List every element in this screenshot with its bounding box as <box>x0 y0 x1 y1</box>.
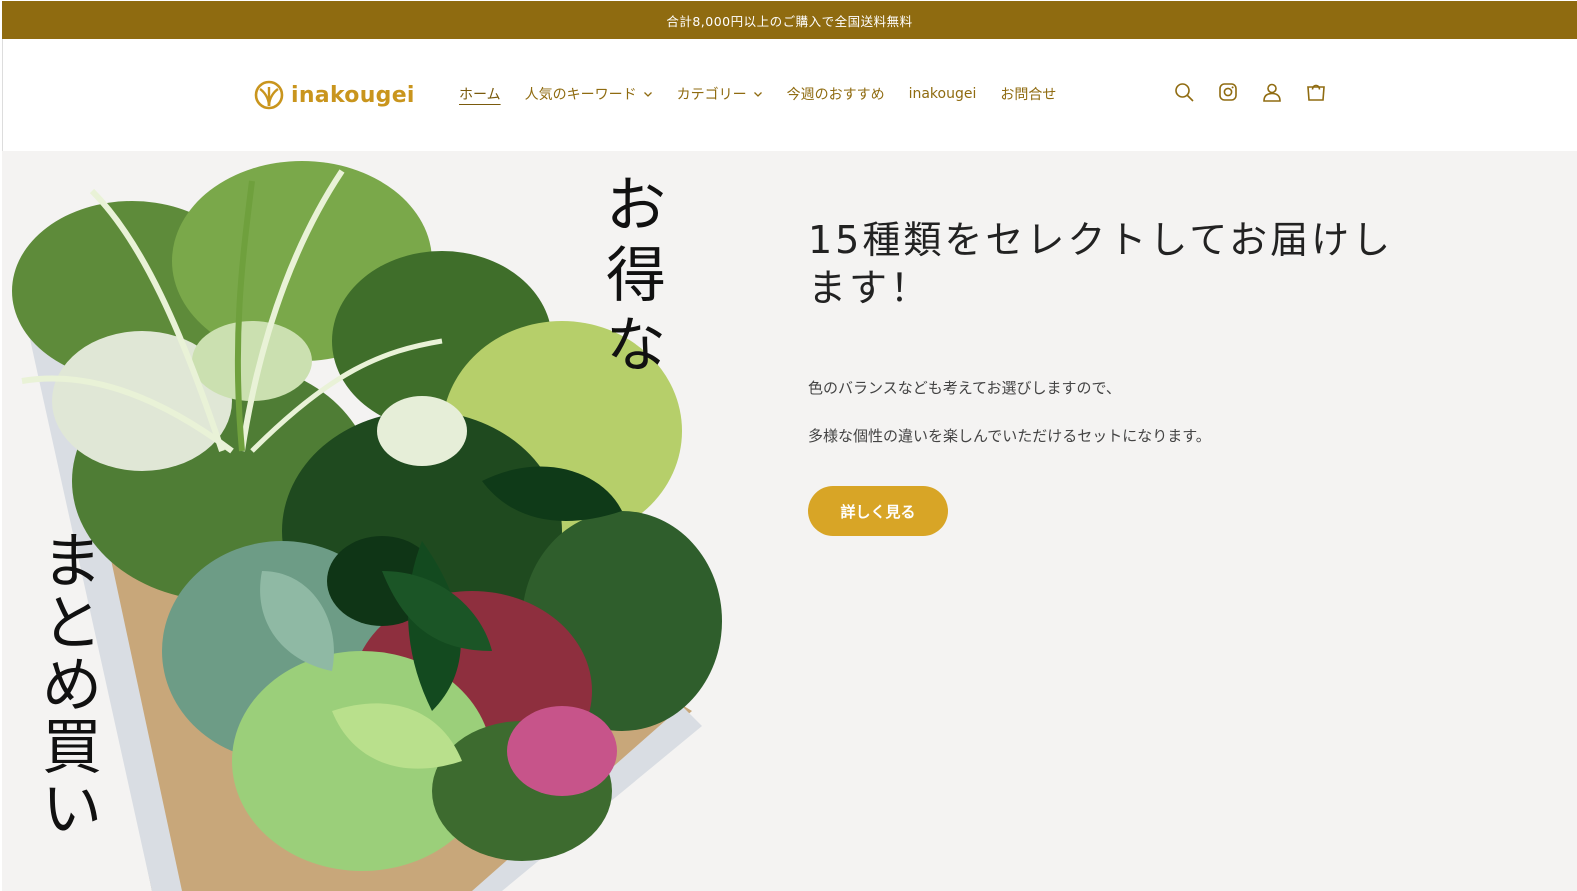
hero-description: 色のバランスなども考えてお選びしますので、 多様な個性の違いを楽しんでいただける… <box>808 364 1428 460</box>
search-icon[interactable] <box>1173 81 1195 103</box>
logo-text: inakougei <box>291 82 415 108</box>
hero-plant-image[interactable]: お得な まとめ買い <box>2 151 724 891</box>
hero-desc-line: 多様な個性の違いを楽しんでいただけるセットになります。 <box>808 427 1211 445</box>
logo[interactable]: inakougei <box>253 79 415 111</box>
hero-banner: お得な まとめ買い 15種類をセレクトしてお届けします！ 色のバランスなども考え… <box>2 151 1577 891</box>
instagram-icon[interactable] <box>1217 81 1239 103</box>
nav-item-home[interactable]: ホーム <box>459 84 501 104</box>
site-header: inakougei ホーム 人気のキーワード カテゴリー 今週のおすすめ ina… <box>2 39 1577 151</box>
hero-image-text-left: まとめ買い <box>42 527 102 845</box>
hero-title: 15種類をセレクトしてお届けします！ <box>808 218 1394 310</box>
nav-label: お問合せ <box>1000 87 1057 103</box>
cart-icon[interactable] <box>1305 81 1327 103</box>
view-details-button[interactable]: 詳しく見る <box>808 486 948 536</box>
nav-label: カテゴリー <box>676 87 747 103</box>
main-nav: ホーム 人気のキーワード カテゴリー 今週のおすすめ inakougei お問合… <box>459 84 1056 104</box>
nav-label: ホーム <box>459 87 501 103</box>
hero-image-text-top: お得な <box>606 171 666 381</box>
chevron-down-icon <box>753 92 762 97</box>
nav-item-weekly[interactable]: 今週のおすすめ <box>787 84 885 104</box>
nav-label: inakougei <box>908 86 977 102</box>
announcement-bar: 合計8,000円以上のご購入で全国送料無料 <box>2 1 1577 39</box>
account-icon[interactable] <box>1261 81 1283 103</box>
announcement-text: 合計8,000円以上のご購入で全国送料無料 <box>666 13 913 29</box>
nav-label: 人気のキーワード <box>524 87 637 103</box>
hero-content: 15種類をセレクトしてお届けします！ 色のバランスなども考えてお選びしますので、… <box>808 216 1428 536</box>
nav-item-inakougei[interactable]: inakougei <box>909 86 977 102</box>
nav-label: 今週のおすすめ <box>786 87 885 103</box>
nav-item-contact[interactable]: お問合せ <box>1000 84 1056 104</box>
nav-item-keywords[interactable]: 人気のキーワード <box>525 84 653 104</box>
leaf-logo-icon <box>254 80 284 110</box>
hero-desc-line: 色のバランスなども考えてお選びしますので、 <box>808 379 1121 397</box>
nav-item-category[interactable]: カテゴリー <box>677 84 763 104</box>
chevron-down-icon <box>643 92 652 97</box>
header-icons <box>1173 81 1327 103</box>
